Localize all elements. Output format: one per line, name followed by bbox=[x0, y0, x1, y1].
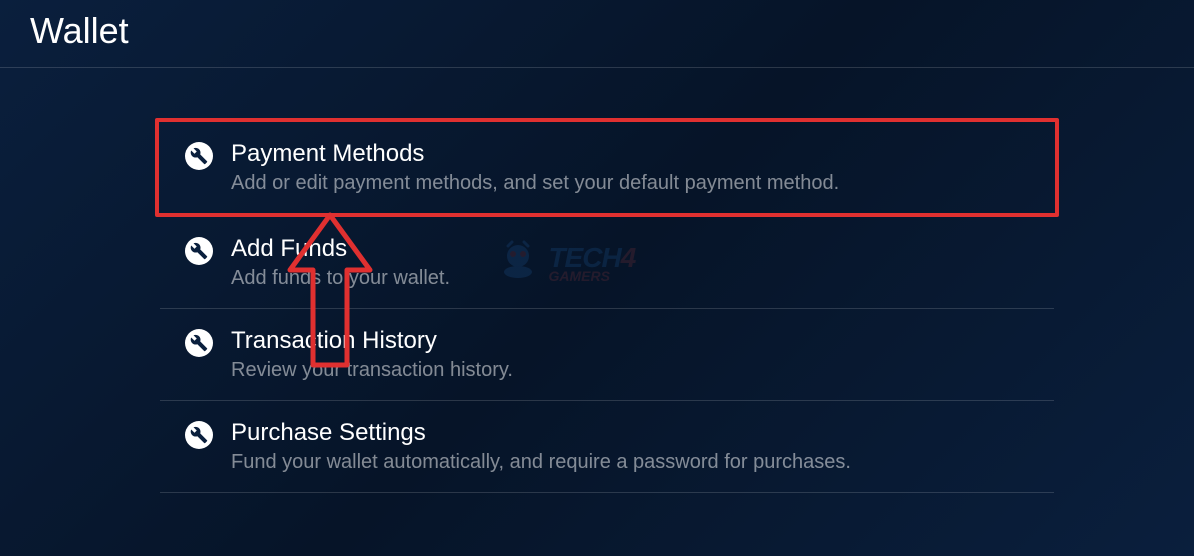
menu-item-transaction-history[interactable]: Transaction History Review your transact… bbox=[160, 309, 1054, 401]
menu-item-title: Payment Methods bbox=[231, 140, 1029, 168]
menu-text-container: Purchase Settings Fund your wallet autom… bbox=[231, 419, 1029, 474]
menu-item-description: Fund your wallet automatically, and requ… bbox=[231, 451, 1029, 474]
wallet-menu: Payment Methods Add or edit payment meth… bbox=[0, 68, 1194, 493]
wrench-icon bbox=[185, 237, 213, 265]
menu-text-container: Transaction History Review your transact… bbox=[231, 327, 1029, 382]
menu-text-container: Payment Methods Add or edit payment meth… bbox=[231, 140, 1029, 195]
menu-item-description: Add or edit payment methods, and set you… bbox=[231, 172, 1029, 195]
menu-item-add-funds[interactable]: Add Funds Add funds to your wallet. bbox=[160, 217, 1054, 309]
menu-item-description: Review your transaction history. bbox=[231, 359, 1029, 382]
page-header: Wallet bbox=[0, 0, 1194, 68]
wrench-icon bbox=[185, 421, 213, 449]
menu-text-container: Add Funds Add funds to your wallet. bbox=[231, 235, 1029, 290]
menu-item-purchase-settings[interactable]: Purchase Settings Fund your wallet autom… bbox=[160, 401, 1054, 493]
wrench-icon bbox=[185, 329, 213, 357]
menu-item-title: Transaction History bbox=[231, 327, 1029, 355]
menu-item-description: Add funds to your wallet. bbox=[231, 267, 1029, 290]
menu-item-payment-methods[interactable]: Payment Methods Add or edit payment meth… bbox=[155, 118, 1059, 217]
page-title: Wallet bbox=[30, 10, 1164, 52]
menu-item-title: Add Funds bbox=[231, 235, 1029, 263]
wrench-icon bbox=[185, 142, 213, 170]
menu-item-title: Purchase Settings bbox=[231, 419, 1029, 447]
